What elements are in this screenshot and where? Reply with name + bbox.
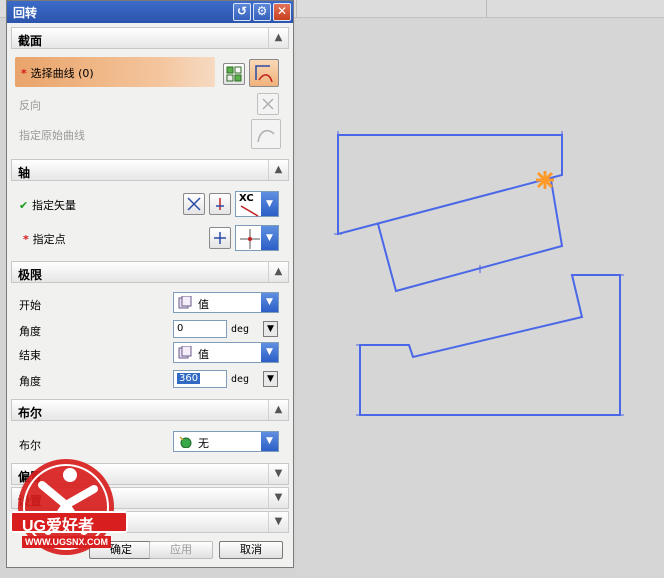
chevron-up-icon[interactable]: ▲ xyxy=(268,28,288,48)
chevron-up-icon[interactable]: ▲ xyxy=(268,400,288,420)
toolbar-separator xyxy=(486,0,487,18)
reverse-label: 反向 xyxy=(19,99,41,112)
watermark-brand: UG爱好者 xyxy=(22,518,95,535)
boolean-dropdown[interactable]: 无 ▼ xyxy=(173,431,279,452)
chevron-up-icon[interactable]: ▲ xyxy=(268,262,288,282)
section-curve-header[interactable]: 截面 ▲ xyxy=(11,27,289,49)
vector-dialog-icon[interactable] xyxy=(209,193,231,215)
start-mode-value: 值 xyxy=(198,298,209,311)
boolean-none-icon xyxy=(179,436,192,448)
chevron-down-icon[interactable]: ▼ xyxy=(261,192,278,216)
start-angle-spin-icon[interactable]: ▼ xyxy=(263,321,278,337)
start-label: 开始 xyxy=(19,299,41,312)
end-angle-input[interactable]: 360 xyxy=(173,370,227,388)
lower-profile-curve[interactable] xyxy=(359,274,621,416)
upper-profile-curve[interactable] xyxy=(337,134,563,236)
section-limits-title: 极限 xyxy=(18,268,43,282)
snap-point-marker xyxy=(536,171,554,189)
specify-point-label: * 指定点 xyxy=(23,233,66,246)
end-angle-label: 角度 xyxy=(19,375,41,388)
boolean-label: 布尔 xyxy=(19,439,41,452)
start-mode-dropdown[interactable]: 值 ▼ xyxy=(173,292,279,313)
dialog-titlebar[interactable]: 回转 ↺ ⚙ ✕ xyxy=(7,1,293,23)
vector-arrow-icon xyxy=(240,205,259,217)
value-mode-icon xyxy=(178,346,192,359)
section-curve-title: 截面 xyxy=(18,34,43,48)
origin-curve-icon[interactable] xyxy=(251,119,281,149)
section-limits-group: 极限 ▲ 开始 值 ▼ 角度 0 deg ▼ 结束 值 ▼ 角度 360 deg… xyxy=(11,261,289,388)
ug-watermark-logo: UG爱好者 WWW.UGSNX.COM xyxy=(8,455,130,567)
chevron-down-icon[interactable]: ▼ xyxy=(268,512,288,532)
section-boolean-header[interactable]: 布尔 ▲ xyxy=(11,399,289,421)
start-angle-unit: deg xyxy=(231,324,250,335)
gear-icon[interactable]: ⚙ xyxy=(253,3,271,21)
chevron-down-icon[interactable]: ▼ xyxy=(268,488,288,508)
point-type-dropdown[interactable]: ▼ xyxy=(235,225,279,251)
section-axis-header[interactable]: 轴 ▲ xyxy=(11,159,289,181)
chevron-down-icon[interactable]: ▼ xyxy=(261,343,278,362)
end-angle-value: 360 xyxy=(177,373,201,384)
close-icon[interactable]: ✕ xyxy=(273,3,291,21)
specify-vector-label: ✔ 指定矢量 xyxy=(19,199,77,212)
value-mode-icon xyxy=(178,296,192,309)
chevron-down-icon[interactable]: ▼ xyxy=(261,432,278,451)
watermark-url: WWW.UGSNX.COM xyxy=(22,536,111,548)
sketch-section-icon[interactable] xyxy=(249,59,279,87)
end-angle-spin-icon[interactable]: ▼ xyxy=(263,371,278,387)
middle-profile-curve[interactable] xyxy=(377,179,564,293)
boolean-value: 无 xyxy=(198,437,209,450)
section-boolean-title: 布尔 xyxy=(18,406,43,420)
point-dialog-icon[interactable] xyxy=(209,227,231,249)
reverse-direction-icon[interactable] xyxy=(257,93,279,115)
vector-reverse-icon[interactable] xyxy=(183,193,205,215)
specify-origin-curve-label: 指定原始曲线 xyxy=(19,129,85,142)
chevron-up-icon[interactable]: ▲ xyxy=(268,160,288,180)
point-crosshair-icon xyxy=(240,229,260,249)
vector-type-dropdown[interactable]: XC ▼ xyxy=(235,191,279,217)
end-angle-unit: deg xyxy=(231,374,250,385)
apply-button[interactable]: 应用 xyxy=(149,541,213,559)
cancel-button[interactable]: 取消 xyxy=(219,541,283,559)
graphics-canvas[interactable] xyxy=(296,18,664,575)
toolbar-separator xyxy=(296,0,297,18)
end-mode-value: 值 xyxy=(198,348,209,361)
dialog-title: 回转 xyxy=(13,6,38,20)
chevron-down-icon[interactable]: ▼ xyxy=(261,226,278,250)
select-curve-row[interactable]: * 选择曲线 (0) xyxy=(15,57,215,87)
curve-rule-icon[interactable] xyxy=(223,63,245,85)
section-axis-group: 轴 ▲ ✔ 指定矢量 XC ▼ * 指定点 ▼ xyxy=(11,159,289,251)
chevron-down-icon[interactable]: ▼ xyxy=(268,464,288,484)
section-limits-header[interactable]: 极限 ▲ xyxy=(11,261,289,283)
section-curve-group: 截面 ▲ * 选择曲线 (0) 反向 指定原始曲线 xyxy=(11,27,289,149)
section-axis-title: 轴 xyxy=(18,166,31,180)
reset-icon[interactable]: ↺ xyxy=(233,3,251,21)
end-mode-dropdown[interactable]: 值 ▼ xyxy=(173,342,279,363)
chevron-down-icon[interactable]: ▼ xyxy=(261,293,278,312)
start-angle-value: 0 xyxy=(177,323,184,334)
start-angle-label: 角度 xyxy=(19,325,41,338)
select-curve-label: * 选择曲线 (0) xyxy=(21,67,94,80)
sketch-curves[interactable] xyxy=(296,18,664,575)
section-boolean-group: 布尔 ▲ 布尔 无 ▼ xyxy=(11,399,289,452)
end-label: 结束 xyxy=(19,349,41,362)
start-angle-input[interactable]: 0 xyxy=(173,320,227,338)
